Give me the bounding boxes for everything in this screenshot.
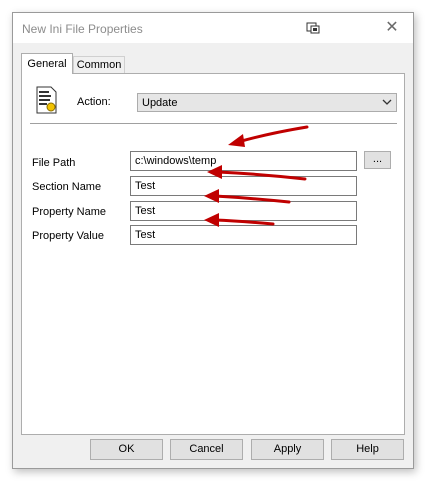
section-name-label: Section Name <box>32 181 102 193</box>
apply-button[interactable]: Apply <box>251 439 324 460</box>
close-icon[interactable]: ✕ <box>379 17 405 39</box>
file-path-label: File Path <box>32 157 76 169</box>
property-name-label: Property Name <box>32 206 106 218</box>
property-value-label: Property Value <box>32 230 104 242</box>
action-selected-value: Update <box>142 97 178 109</box>
general-panel: Action: Update File Path c:\windows\temp… <box>21 73 405 435</box>
separator <box>30 123 397 124</box>
title-bar: New Ini File Properties ✕ <box>13 13 413 43</box>
ok-button[interactable]: OK <box>90 439 163 460</box>
property-value-input[interactable]: Test <box>130 225 357 245</box>
file-path-input[interactable]: c:\windows\temp <box>130 151 357 171</box>
tab-common[interactable]: Common <box>73 56 125 74</box>
pin-icon[interactable] <box>306 22 320 34</box>
ini-file-icon <box>36 86 57 114</box>
cancel-button[interactable]: Cancel <box>170 439 243 460</box>
browse-button[interactable]: ... <box>364 151 391 169</box>
help-button[interactable]: Help <box>331 439 404 460</box>
window-title: New Ini File Properties <box>22 22 143 36</box>
action-select[interactable]: Update <box>137 93 397 112</box>
property-name-input[interactable]: Test <box>130 201 357 221</box>
dialog-window: New Ini File Properties ✕ General Common… <box>12 12 414 469</box>
tab-general[interactable]: General <box>21 53 73 74</box>
section-name-input[interactable]: Test <box>130 176 357 196</box>
action-label: Action: <box>77 96 111 108</box>
chevron-down-icon <box>382 99 392 105</box>
